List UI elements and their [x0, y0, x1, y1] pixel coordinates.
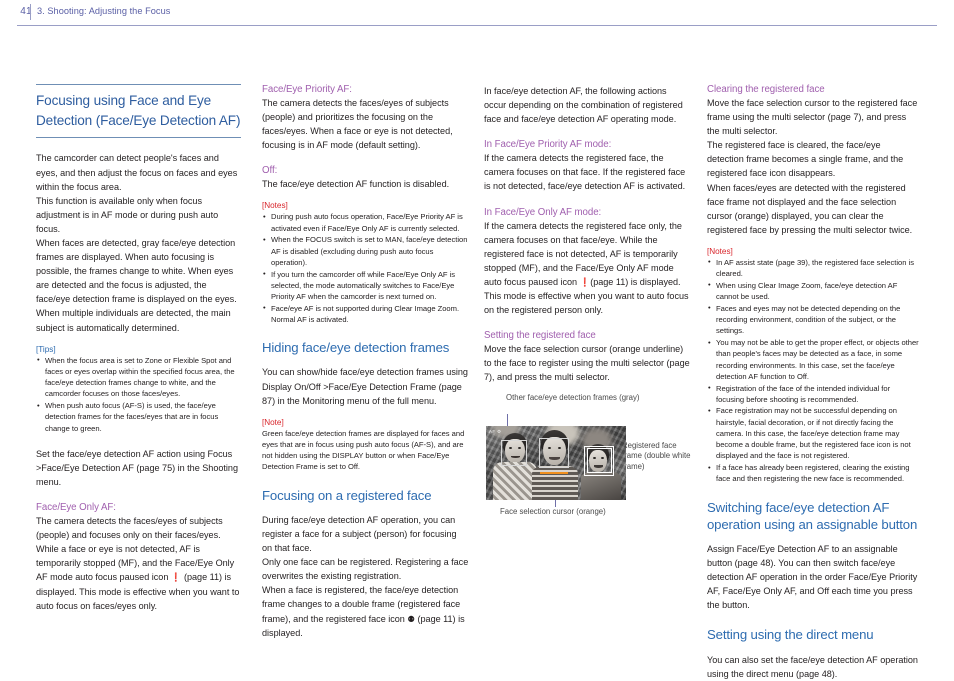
- list-item: Face registration may not be successful …: [707, 405, 919, 461]
- list-item: Registration of the face of the intended…: [707, 382, 919, 405]
- note-label: [Note]: [262, 417, 284, 427]
- list-item: Face/eye AF is not supported during Clea…: [262, 302, 469, 325]
- detection-frame-gray-left: [501, 439, 527, 466]
- list-item: When the focus area is set to Zone or Fl…: [36, 354, 241, 400]
- col3-only-body: If the camera detects the registered fac…: [484, 219, 691, 318]
- list-item: When the FOCUS switch is set to MAN, fac…: [262, 234, 469, 268]
- list-item: During push auto focus operation, Face/E…: [262, 211, 469, 233]
- list-item: You may not be able to get the proper ef…: [707, 337, 919, 382]
- subheading-off: Off:: [262, 165, 278, 177]
- list-item: When using Clear Image Zoom, face/eye de…: [707, 279, 919, 302]
- subheading-setting-registered-face: Setting the registered face: [484, 330, 596, 342]
- page-header: 41 3. Shooting: Adjusting the Focus: [0, 0, 954, 28]
- column-2: Face/Eye Priority AF: The camera detects…: [262, 84, 469, 640]
- photo-child-body: [581, 471, 621, 500]
- subheading-face-eye-priority-af: Face/Eye Priority AF:: [262, 84, 352, 95]
- heading-focusing-registered-face: Focusing on a registered face: [262, 487, 432, 503]
- page-title: Focusing using Face and Eye Detection (F…: [36, 93, 241, 128]
- detection-frame-registered-inner: [586, 448, 612, 474]
- sample-photo-three-children: AF ⚙: [486, 425, 626, 500]
- col1-paragraph-3: When faces are detected, gray face/eye d…: [36, 237, 237, 333]
- subheading-clearing-registered-face: Clearing the registered face: [707, 84, 825, 95]
- notes-label: [Notes]: [262, 201, 288, 211]
- tips-label: [Tips]: [36, 344, 56, 354]
- col4-switching-body: Assign Face/Eye Detection AF to an assig…: [707, 543, 918, 611]
- subheading-in-only-mode: In Face/Eye Only AF mode:: [484, 206, 602, 218]
- col1-paragraph-1: The camcorder can detect people's faces …: [36, 153, 238, 192]
- col2-priority-body: The camera detects the faces/eyes of sub…: [262, 98, 453, 151]
- col2-reg-paragraph-1: During face/eye detection AF operation, …: [262, 514, 457, 554]
- heading-hiding-frames: Hiding face/eye detection frames: [262, 340, 450, 356]
- col1-paragraph-2: This function is available only when foc…: [36, 195, 219, 234]
- header-divider: [30, 4, 31, 20]
- col3-paragraph-1: In face/eye detection AF, the following …: [484, 86, 683, 125]
- col1-face-eye-only-body: The camera detects the faces/eyes of sub…: [36, 514, 241, 613]
- column-4: Clearing the registered face Move the fa…: [707, 84, 919, 681]
- col4-direct-body: You can also set the face/eye detection …: [707, 654, 918, 679]
- list-item: Faces and eyes may not be detected depen…: [707, 302, 919, 337]
- registered-face-icon: ⚉: [407, 613, 415, 624]
- heading-switching-assignable-button: Switching face/eye detection AF operatio…: [707, 499, 918, 532]
- tips-list: When the focus area is set to Zone or Fl…: [36, 354, 241, 434]
- col3-priority-body: If the camera detects the registered fac…: [484, 153, 686, 192]
- column-3: In face/eye detection AF, the following …: [484, 84, 691, 521]
- subheading-face-eye-only-af: Face/Eye Only AF:: [36, 502, 116, 514]
- col4-clearing-paragraph-1: Move the face selection cursor to the re…: [707, 98, 918, 137]
- list-item: In AF assist state (page 39), the regist…: [707, 256, 919, 279]
- figure-caption-right: Registered face frame (double white fram…: [622, 440, 691, 471]
- col2-reg-paragraph-3: When a face is registered, the face/eye …: [262, 583, 469, 639]
- page-number: 41: [20, 6, 32, 17]
- face-selection-cursor-orange: [540, 471, 568, 474]
- col2-note-body: Green face/eye detection frames are disp…: [262, 428, 465, 472]
- col1-paragraph-4: Set the face/eye detection AF action usi…: [36, 448, 239, 487]
- notes-list: In AF assist state (page 39), the regist…: [707, 256, 919, 485]
- warning-icon: ❗: [170, 572, 182, 583]
- notes-label: [Notes]: [707, 246, 733, 256]
- col2-off-body: The face/eye detection AF function is di…: [262, 179, 450, 190]
- col4-clearing-paragraph-2: The registered face is cleared, the face…: [707, 140, 904, 179]
- col2-reg-paragraph-2: Only one face can be registered. Registe…: [262, 557, 469, 582]
- list-item: If a face has already been registered, c…: [707, 462, 919, 484]
- section-heading-block: Focusing using Face and Eye Detection (F…: [36, 84, 241, 139]
- header-title: 3. Shooting: Adjusting the Focus: [37, 6, 171, 16]
- list-item: If you turn the camcorder off while Face…: [262, 268, 469, 303]
- col4-clearing-paragraph-3: When faces/eyes are detected with the re…: [707, 182, 913, 235]
- heading-direct-menu: Setting using the direct menu: [707, 627, 874, 643]
- list-item: When push auto focus (AF-S) is used, the…: [36, 400, 241, 434]
- warning-icon: ❗: [579, 276, 591, 287]
- figure-caption-top: Other face/eye detection frames (gray): [506, 392, 640, 402]
- figure-caption-bottom: Face selection cursor (orange): [500, 506, 606, 516]
- column-1: Focusing using Face and Eye Detection (F…: [36, 84, 241, 613]
- photo-child-body: [493, 461, 537, 500]
- subheading-in-priority-mode: In Face/Eye Priority AF mode:: [484, 139, 612, 151]
- notes-list: During push auto focus operation, Face/E…: [262, 211, 469, 325]
- header-rule: [17, 25, 937, 26]
- af-status-badge: AF ⚙: [489, 428, 502, 434]
- detection-frame-gray-middle: [539, 437, 569, 468]
- col3-setting-body: Move the face selection cursor (orange u…: [484, 344, 690, 383]
- figure-face-detection-diagram: Other face/eye detection frames (gray) R…: [484, 393, 696, 521]
- col2-hiding-body: You can show/hide face/eye detection fra…: [262, 367, 468, 406]
